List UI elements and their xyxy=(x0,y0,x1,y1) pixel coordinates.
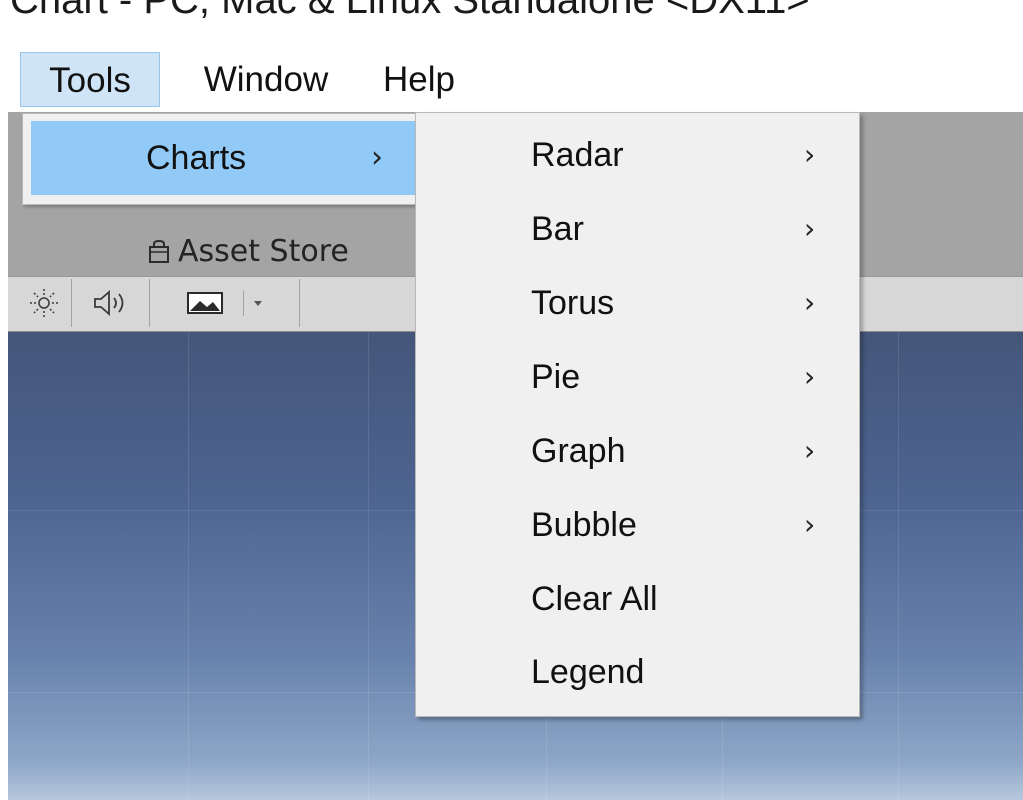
speaker-icon xyxy=(93,290,123,316)
scene-audio-toggle[interactable] xyxy=(72,279,150,327)
asset-store-tab[interactable]: Asset Store xyxy=(148,234,349,269)
submenu-item-label: Clear All xyxy=(531,580,658,618)
menu-item-charts-label: Charts xyxy=(146,139,247,177)
submenu-item-label: Legend xyxy=(531,653,645,691)
chevron-right-icon: › xyxy=(804,212,816,245)
grid-line xyxy=(368,332,369,800)
submenu-item-label: Torus xyxy=(531,284,615,322)
submenu-item-clear-all[interactable]: Clear All xyxy=(416,564,859,634)
submenu-item-pie[interactable]: Pie › xyxy=(416,342,859,412)
chevron-right-icon: › xyxy=(804,360,816,393)
chevron-right-icon: › xyxy=(371,140,383,175)
chevron-right-icon: › xyxy=(804,138,816,171)
submenu-item-legend[interactable]: Legend xyxy=(416,637,859,707)
menu-bar: Tools Window Help xyxy=(0,46,1023,112)
menu-window[interactable]: Window xyxy=(170,52,362,107)
asset-store-tab-label: Asset Store xyxy=(178,234,349,269)
window-title: Chart - PC, Mac & Linux Standalone <DX11… xyxy=(10,0,810,22)
menu-help[interactable]: Help xyxy=(370,52,468,107)
dropdown-arrow-icon xyxy=(254,301,262,306)
menu-tools[interactable]: Tools xyxy=(20,52,160,107)
chevron-right-icon: › xyxy=(804,286,816,319)
submenu-item-torus[interactable]: Torus › xyxy=(416,268,859,338)
scene-effects-dropdown[interactable] xyxy=(150,279,300,327)
sun-icon xyxy=(29,289,58,317)
grid-line xyxy=(188,332,189,800)
unity-editor-window: Chart - PC, Mac & Linux Standalone <DX11… xyxy=(0,0,1023,800)
chevron-right-icon: › xyxy=(804,434,816,467)
submenu-item-label: Radar xyxy=(531,136,624,174)
submenu-item-graph[interactable]: Graph › xyxy=(416,416,859,486)
image-icon xyxy=(187,292,223,314)
chevron-right-icon: › xyxy=(804,508,816,541)
charts-submenu: Radar › Bar › Torus › Pie › Graph › Bubb… xyxy=(415,112,860,717)
submenu-item-label: Bubble xyxy=(531,506,637,544)
menu-item-charts[interactable]: Charts › xyxy=(31,121,416,195)
submenu-item-bar[interactable]: Bar › xyxy=(416,194,859,264)
submenu-item-bubble[interactable]: Bubble › xyxy=(416,490,859,560)
shopping-bag-icon xyxy=(148,237,170,263)
submenu-item-label: Bar xyxy=(531,210,584,248)
title-bar: Chart - PC, Mac & Linux Standalone <DX11… xyxy=(0,0,1023,47)
grid-line xyxy=(898,332,899,800)
scene-lighting-toggle[interactable] xyxy=(16,279,72,327)
tools-dropdown-menu: Charts › xyxy=(22,113,419,205)
submenu-item-radar[interactable]: Radar › xyxy=(416,120,859,190)
submenu-item-label: Graph xyxy=(531,432,626,470)
submenu-item-label: Pie xyxy=(531,358,581,396)
